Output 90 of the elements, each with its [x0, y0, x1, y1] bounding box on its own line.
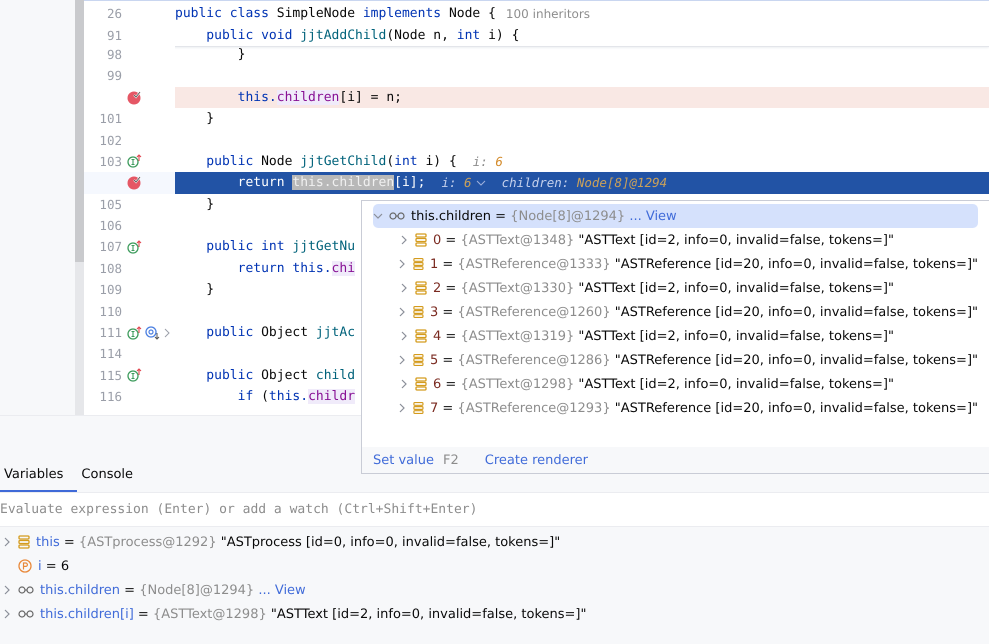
stack-icon [413, 257, 424, 271]
implementation-icon[interactable] [127, 368, 142, 382]
popup-action-link[interactable]: Set value F2 [373, 452, 459, 468]
line-number: 105 [98, 196, 122, 212]
line-number: 111 [98, 325, 122, 340]
line-number: 107 [98, 239, 122, 254]
code-line: public Object jjtAc [205, 325, 356, 340]
implementation-icon[interactable] [127, 240, 142, 254]
tree-row[interactable]: this.children = {Node[8]@1294} ... View [373, 204, 978, 228]
code-line: public class SimpleNode implements Node { [175, 6, 496, 22]
code-line: } [205, 196, 214, 212]
panel-tab[interactable]: Console [77, 458, 148, 492]
chevron-right-icon[interactable] [399, 331, 409, 341]
variable-text: i = 6 [38, 558, 70, 574]
code-line: return this.children[i]; [236, 175, 426, 190]
chevron-right-icon[interactable] [397, 307, 408, 317]
evaluate-field[interactable]: Evaluate expression (Enter) or add a watch (Ctrl+Shift+Enter) [0, 493, 989, 527]
variable-text: 6 = {ASTText@1298} "ASTText [id=2, info=0, invalid=false, tokens=]" [433, 376, 894, 392]
stack-icon [415, 329, 427, 343]
line-number: 109 [98, 282, 122, 298]
line-number: 91 [106, 28, 122, 43]
code-line: } [205, 111, 214, 126]
view-link[interactable]: ... View [629, 208, 677, 224]
variable-text: 3 = {ASTReference@1260} "ASTReference [id=20, info=0, invalid=false, tokens=]" [430, 304, 978, 320]
variable-text: 4 = {ASTText@1319} "ASTText [id=2, info=0, invalid=false, tokens=]" [433, 328, 894, 344]
stack-icon [413, 353, 424, 367]
code-line: } [205, 282, 214, 298]
line-number: 110 [98, 304, 122, 319]
stack-icon [415, 233, 427, 247]
glasses-icon [389, 212, 405, 220]
chevron-down-icon[interactable] [476, 178, 486, 187]
breakpoint-icon[interactable] [127, 90, 142, 105]
line-number: 114 [98, 346, 122, 362]
code-line: this.children[i] = n; [236, 90, 402, 105]
chevron-right-icon[interactable] [397, 259, 408, 269]
breakpoint-icon[interactable] [127, 175, 142, 190]
chevron-right-icon[interactable] [2, 585, 12, 595]
view-link[interactable]: ... View [258, 582, 306, 598]
scrollbar-thumb[interactable] [75, 0, 84, 262]
line-number: 108 [98, 260, 122, 276]
line-number: 26 [106, 6, 122, 22]
variable-text: 5 = {ASTReference@1286} "ASTReference [id=20, info=0, invalid=false, tokens=]" [430, 352, 978, 368]
chevron-right-icon[interactable] [2, 609, 12, 619]
variable-text: this.children = {Node[8]@1294} [411, 208, 626, 224]
code-line: public int jjtGetNu [205, 239, 356, 254]
chevron-right-icon[interactable] [397, 355, 408, 365]
variable-text: 1 = {ASTReference@1333} "ASTReference [id=20, info=0, invalid=false, tokens=]" [430, 256, 978, 272]
implementation-icon[interactable] [127, 154, 142, 168]
stack-icon [18, 535, 30, 549]
variable-text: this = {ASTprocess@1292} "ASTprocess [id=0, info=0, invalid=false, tokens=]" [36, 534, 560, 550]
code-line: if (this.childr [236, 389, 356, 404]
stack-icon [413, 305, 424, 319]
chevron-right-icon[interactable] [399, 235, 409, 245]
popup-action-link[interactable]: Create renderer [484, 452, 588, 468]
variable-text: this.children = {Node[8]@1294} [40, 582, 256, 598]
line-number: 103 [98, 154, 122, 169]
inline-value-hint: i: 6 [441, 175, 486, 190]
variable-text: 2 = {ASTText@1330} "ASTText [id=2, info=0, invalid=false, tokens=]" [433, 280, 894, 296]
chevron-down-icon[interactable] [373, 211, 383, 221]
code-line: return this.chi [236, 260, 356, 276]
chevron-right-icon[interactable] [397, 403, 408, 413]
variable-text: 7 = {ASTReference@1293} "ASTReference [id=20, info=0, invalid=false, tokens=]" [430, 400, 978, 416]
chevron-right-icon[interactable] [163, 328, 171, 338]
glasses-icon [18, 586, 34, 594]
usages-hint[interactable]: 100 inheritors [506, 6, 590, 21]
code-line: } [236, 46, 246, 62]
override-icon[interactable] [145, 325, 160, 340]
inline-value-hint: children: Node[8]@1294 [502, 175, 668, 190]
line-number: 98 [106, 46, 122, 62]
implementation-icon[interactable] [127, 326, 142, 340]
code-line: public void jjtAddChild(Node n, int i) { [205, 28, 520, 43]
stack-icon [415, 281, 427, 295]
chevron-right-icon[interactable] [399, 283, 409, 293]
code-line: public Object child [205, 368, 356, 383]
line-number: 99 [106, 68, 122, 84]
chevron-right-icon[interactable] [2, 537, 12, 547]
stack-icon [415, 377, 427, 391]
line-number: 106 [98, 218, 122, 234]
glasses-icon [18, 610, 34, 618]
stack-icon [413, 401, 424, 415]
inline-value-hint: i: 6 [472, 154, 503, 169]
chevron-right-icon[interactable] [399, 379, 409, 389]
variable-text: 0 = {ASTText@1348} "ASTText [id=2, info=0, invalid=false, tokens=]" [433, 232, 894, 248]
line-number: 116 [98, 389, 122, 404]
parameter-icon [18, 559, 32, 573]
line-number: 101 [98, 111, 122, 126]
variable-text: this.children[i] = {ASTText@1298} "ASTText [id=2, info=0, invalid=false, tokens=]" [40, 606, 586, 622]
code-line: public Node jjtGetChild(int i) { [205, 154, 457, 169]
line-number: 102 [98, 132, 122, 148]
line-number: 115 [98, 368, 122, 383]
